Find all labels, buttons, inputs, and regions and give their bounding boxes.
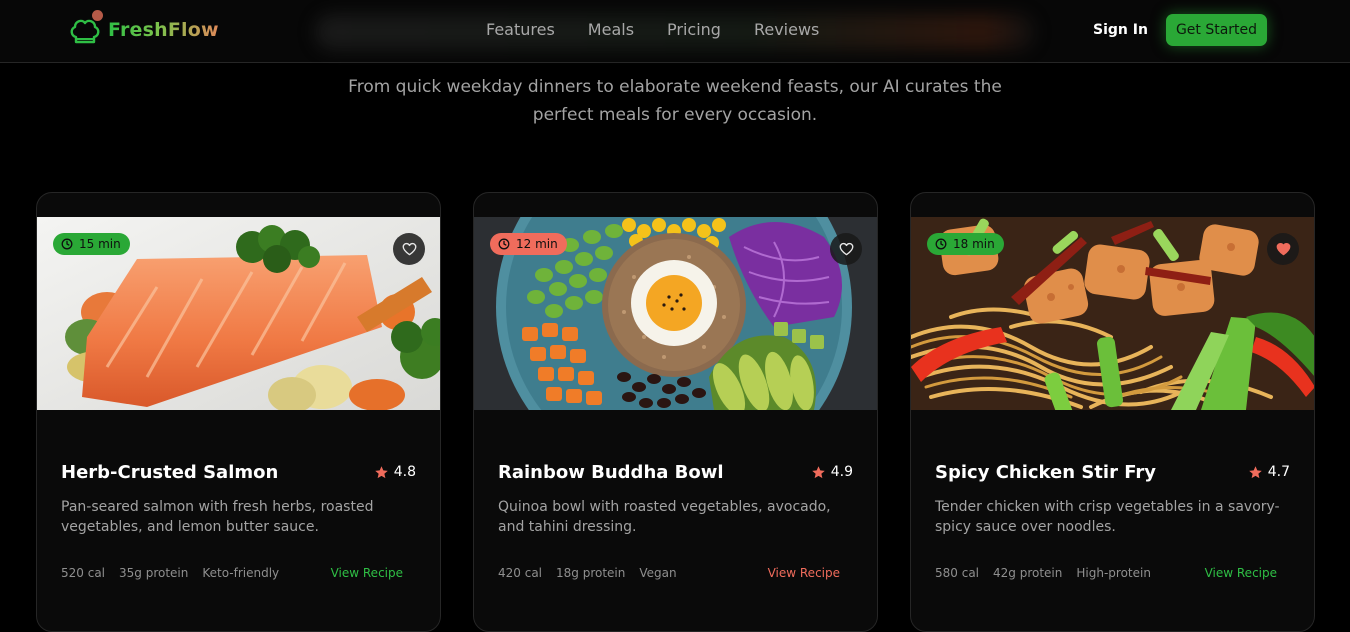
meal-meta: 580 cal 42g protein High-protein (935, 565, 1151, 581)
clock-icon (935, 238, 947, 250)
diet-tag: High-protein (1076, 566, 1151, 580)
calories: 520 cal (61, 566, 106, 580)
meal-title: Herb-Crusted Salmon (61, 462, 279, 483)
get-started-button[interactable]: Get Started (1166, 14, 1267, 46)
site-header: FreshFlow Features Meals Pricing Reviews… (0, 0, 1350, 63)
protein: 18g protein (556, 566, 626, 580)
prep-time-badge: 12 min (490, 233, 567, 255)
rating-value: 4.7 (1267, 464, 1290, 480)
buddha-bowl-photo: 12 min (474, 217, 877, 410)
chef-hat-icon (70, 10, 103, 50)
view-recipe-link[interactable]: View Recipe (331, 565, 403, 581)
nav-link-meals[interactable]: Meals (588, 19, 634, 41)
prep-time-badge: 15 min (53, 233, 130, 255)
view-recipe-link[interactable]: View Recipe (768, 565, 840, 581)
brand-name: FreshFlow (108, 19, 219, 41)
meal-description: Tender chicken with crisp vegetables in … (935, 499, 1280, 535)
prep-time-badge: 18 min (927, 233, 1004, 255)
brand-logo[interactable]: FreshFlow (70, 10, 219, 50)
prep-time: 18 min (953, 237, 995, 251)
favorite-button[interactable] (1267, 233, 1299, 265)
meal-meta: 420 cal 18g protein Vegan (498, 565, 677, 581)
meal-title: Spicy Chicken Stir Fry (935, 462, 1156, 483)
meal-description: Pan-seared salmon with fresh herbs, roas… (61, 499, 374, 535)
nav-link-reviews[interactable]: Reviews (754, 19, 819, 41)
sign-in-link[interactable]: Sign In (1093, 20, 1148, 40)
protein: 42g protein (993, 566, 1063, 580)
meal-card-buddha-bowl[interactable]: 12 min Rainbow Buddha Bowl 4.9 Quinoa bo… (473, 192, 878, 632)
star-icon (374, 465, 388, 478)
meal-rating: 4.9 (811, 462, 853, 482)
meal-card-salmon[interactable]: 15 min Herb-Crusted Salmon 4.8 Pan-seare… (36, 192, 441, 632)
star-icon (1248, 465, 1262, 478)
favorite-button[interactable] (830, 233, 862, 265)
meal-rating: 4.7 (1248, 462, 1290, 482)
meal-description: Quinoa bowl with roasted vegetables, avo… (498, 499, 831, 535)
heart-filled-icon (1276, 242, 1290, 256)
calories: 420 cal (498, 566, 543, 580)
diet-tag: Vegan (639, 566, 677, 580)
heart-icon (839, 242, 853, 256)
main-nav: Features Meals Pricing Reviews (486, 19, 819, 41)
meal-rating: 4.8 (374, 462, 416, 482)
meal-card-stir-fry[interactable]: 18 min Spicy Chicken Stir Fry 4.7 Tender… (910, 192, 1315, 632)
meal-meta: 520 cal 35g protein Keto-friendly (61, 565, 279, 581)
protein: 35g protein (119, 566, 189, 580)
favorite-button[interactable] (393, 233, 425, 265)
prep-time: 15 min (79, 237, 121, 251)
diet-tag: Keto-friendly (202, 566, 280, 580)
nav-link-pricing[interactable]: Pricing (667, 19, 721, 41)
clock-icon (61, 238, 73, 250)
heart-icon (402, 242, 416, 256)
logo-accent-dot (92, 10, 103, 21)
rating-value: 4.8 (393, 464, 416, 480)
prep-time: 12 min (516, 237, 558, 251)
rating-value: 4.9 (830, 464, 853, 480)
salmon-photo: 15 min (37, 217, 440, 410)
stir-fry-photo: 18 min (911, 217, 1314, 410)
view-recipe-link[interactable]: View Recipe (1205, 565, 1277, 581)
star-icon (811, 465, 825, 478)
clock-icon (498, 238, 510, 250)
calories: 580 cal (935, 566, 980, 580)
meal-title: Rainbow Buddha Bowl (498, 462, 724, 483)
section-subtitle: From quick weekday dinners to elaborate … (348, 77, 1002, 125)
nav-link-features[interactable]: Features (486, 19, 555, 41)
